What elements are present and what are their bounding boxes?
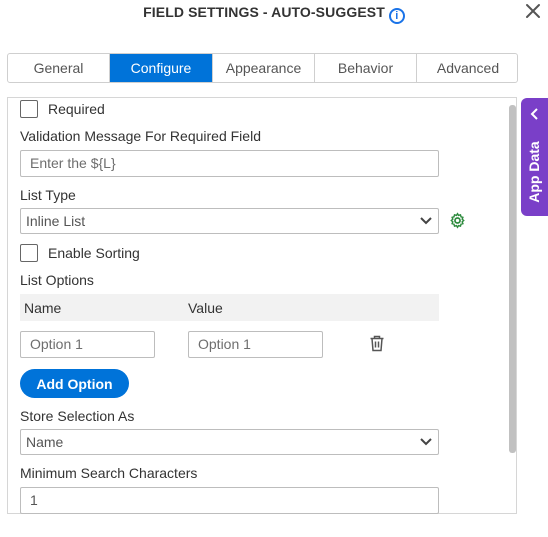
option-name-input[interactable]: Option 1: [20, 331, 155, 358]
trash-icon[interactable]: [369, 335, 385, 352]
tab-general[interactable]: General: [8, 54, 110, 82]
info-icon[interactable]: i: [388, 8, 405, 24]
list-type-label: List Type: [20, 187, 76, 203]
app-data-tab[interactable]: App Data: [521, 98, 548, 216]
dialog-header: FIELD SETTINGS - AUTO-SUGGEST i: [0, 0, 548, 24]
list-type-select[interactable]: Inline List: [20, 208, 439, 234]
chevron-down-icon: [420, 217, 432, 225]
chevron-left-icon: [530, 108, 538, 120]
store-selection-value: Name: [26, 434, 64, 450]
tab-behavior[interactable]: Behavior: [315, 54, 417, 82]
add-option-button[interactable]: Add Option: [20, 369, 129, 398]
scrollbar-thumb[interactable]: [509, 105, 516, 453]
tab-advanced[interactable]: Advanced: [417, 54, 517, 82]
gear-icon[interactable]: [448, 211, 467, 230]
min-search-label: Minimum Search Characters: [20, 465, 198, 481]
validation-message-label: Validation Message For Required Field: [20, 128, 261, 144]
option-value-input[interactable]: Option 1: [188, 331, 323, 358]
tab-appearance[interactable]: Appearance: [213, 54, 315, 82]
settings-tabs: General Configure Appearance Behavior Ad…: [7, 53, 518, 83]
tab-configure[interactable]: Configure: [110, 54, 213, 82]
min-search-input[interactable]: 1: [20, 487, 439, 514]
column-header-value: Value: [188, 300, 223, 316]
store-selection-select[interactable]: Name: [20, 429, 439, 455]
list-options-label: List Options: [20, 272, 94, 288]
enable-sorting-label: Enable Sorting: [48, 245, 140, 261]
chevron-down-icon: [420, 438, 432, 446]
store-selection-label: Store Selection As: [20, 408, 135, 424]
dialog-title: FIELD SETTINGS - AUTO-SUGGEST i: [0, 4, 548, 24]
enable-sorting-checkbox[interactable]: [20, 244, 38, 262]
list-options-table-header: Name Value: [20, 294, 439, 321]
required-label: Required: [48, 101, 105, 117]
column-header-name: Name: [24, 300, 62, 316]
app-data-label: App Data: [526, 141, 542, 203]
close-icon[interactable]: [524, 2, 542, 20]
required-checkbox[interactable]: [20, 100, 38, 118]
list-type-value: Inline List: [26, 213, 86, 229]
validation-message-input[interactable]: Enter the ${L}: [20, 150, 439, 177]
dialog-title-text: FIELD SETTINGS - AUTO-SUGGEST: [143, 4, 385, 20]
